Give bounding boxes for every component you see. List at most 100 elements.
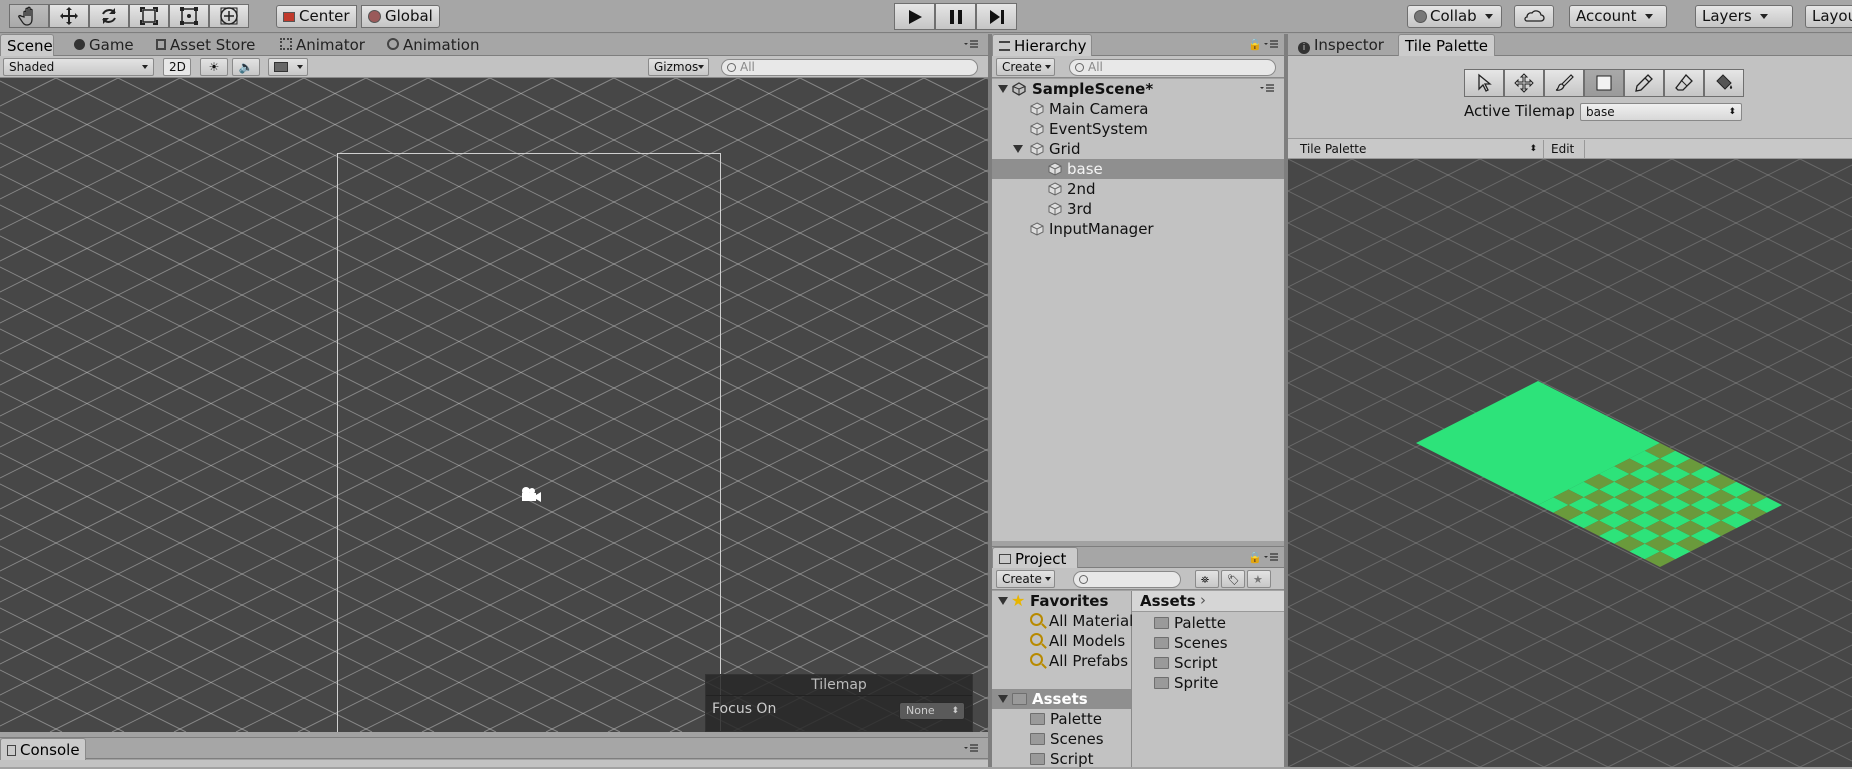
expand-arrow-icon[interactable] — [998, 695, 1008, 703]
box-fill-tool-button[interactable] — [1584, 69, 1624, 97]
select-tool-button[interactable] — [1464, 69, 1504, 97]
tree-row-2nd[interactable]: 2nd — [992, 179, 1284, 199]
layout-dropdown[interactable]: Layout — [1805, 5, 1852, 28]
tree-row-palette[interactable]: Palette — [992, 709, 1131, 729]
tree-row-grid[interactable]: Grid — [992, 139, 1284, 159]
hierarchy-create-dropdown[interactable]: Create — [996, 58, 1055, 76]
active-tilemap-dropdown[interactable]: base ⬍ — [1580, 103, 1742, 121]
content-folder-palette[interactable]: Palette — [1132, 613, 1284, 633]
panel-menu-icon[interactable] — [964, 744, 978, 754]
scene-menu-icon[interactable] — [1260, 84, 1274, 94]
chevron-updown-icon: ⬍ — [1529, 144, 1537, 154]
scene-search-input[interactable]: All — [721, 59, 978, 76]
palette-edit-button[interactable]: Edit — [1545, 140, 1585, 158]
collab-dropdown[interactable]: Collab — [1407, 5, 1502, 28]
breadcrumb: Assets › — [1132, 591, 1284, 612]
lock-icon[interactable]: 🔒 — [1248, 551, 1262, 564]
account-dropdown[interactable]: Account — [1569, 5, 1667, 28]
expand-arrow-icon[interactable] — [1013, 145, 1023, 153]
tab-project[interactable]: Project — [992, 547, 1078, 569]
panel-menu-icon[interactable] — [1264, 553, 1278, 563]
cloud-button[interactable] — [1514, 5, 1554, 28]
focus-on-value: None — [906, 704, 935, 717]
palette-dropdown[interactable]: Tile Palette ⬍ — [1292, 140, 1544, 158]
move-tool-button[interactable] — [1504, 69, 1544, 97]
project-search-input[interactable] — [1073, 571, 1181, 588]
gizmos-dropdown[interactable]: Gizmos — [648, 58, 709, 76]
tree-row-inputmanager[interactable]: InputManager — [992, 219, 1284, 239]
gameobject-cube-icon — [1030, 122, 1044, 136]
tab-console[interactable]: Console — [0, 738, 86, 760]
space-toggle-button[interactable]: Global — [361, 5, 440, 28]
2d-mode-toggle[interactable]: 2D — [163, 58, 191, 76]
folder-icon — [1030, 713, 1045, 725]
erase-tool-button[interactable] — [1664, 69, 1704, 97]
move-tool-button[interactable] — [49, 4, 89, 28]
rect-tool-button[interactable] — [169, 4, 209, 28]
tree-row-all-prefabs[interactable]: All Prefabs — [992, 651, 1131, 671]
flood-fill-tool-button[interactable] — [1704, 69, 1744, 97]
play-button[interactable] — [894, 3, 935, 30]
tree-row-script[interactable]: Script — [992, 749, 1131, 769]
search-icon — [1030, 633, 1043, 646]
tab-game[interactable]: Game — [68, 34, 140, 56]
filter-label-button[interactable]: 🏷 — [1221, 570, 1245, 588]
tree-row-base[interactable]: base — [992, 159, 1284, 179]
scene-viewport[interactable]: Tilemap Focus On None ⬍ — [0, 78, 988, 732]
paint-tool-button[interactable] — [1544, 69, 1584, 97]
hand-tool-button[interactable] — [9, 4, 49, 28]
tab-animator[interactable]: Animator — [274, 34, 371, 56]
tab-asset-store[interactable]: Asset Store — [150, 34, 261, 56]
panel-menu-icon[interactable] — [1264, 40, 1278, 50]
rotate-tool-button[interactable] — [89, 4, 129, 28]
eraser-icon — [1675, 74, 1693, 91]
audio-toggle[interactable]: 🔈 — [232, 58, 260, 76]
tab-scene[interactable]: Scene — [0, 34, 54, 56]
project-content: Assets › Palette Scenes Script Sprite — [1132, 591, 1284, 767]
tree-row-main-camera[interactable]: Main Camera — [992, 99, 1284, 119]
layers-dropdown[interactable]: Layers — [1695, 5, 1793, 28]
cursor-icon — [1478, 73, 1492, 92]
tree-row-3rd[interactable]: 3rd — [992, 199, 1284, 219]
pause-button[interactable] — [935, 3, 976, 30]
picker-tool-button[interactable] — [1624, 69, 1664, 97]
tree-row-all-models[interactable]: All Models — [992, 631, 1131, 651]
step-button[interactable] — [976, 3, 1017, 30]
chevron-down-icon — [1644, 14, 1653, 19]
transform-tool-button[interactable] — [209, 4, 249, 28]
lock-icon[interactable]: 🔒 — [1248, 38, 1262, 51]
sun-icon: ☀ — [208, 60, 220, 74]
tree-row-scenes[interactable]: Scenes — [992, 729, 1131, 749]
content-folder-script[interactable]: Script — [1132, 653, 1284, 673]
expand-arrow-icon[interactable] — [998, 597, 1008, 605]
tree-row-eventsystem[interactable]: EventSystem — [992, 119, 1284, 139]
palette-viewport[interactable] — [1288, 159, 1852, 767]
tree-row-all-materials[interactable]: All Materials — [992, 611, 1141, 631]
collab-label: Collab — [1430, 7, 1477, 25]
expand-arrow-icon[interactable] — [998, 85, 1008, 93]
folder-label: Sprite — [1174, 674, 1219, 692]
panel-menu-icon[interactable] — [964, 40, 978, 50]
tab-animation[interactable]: Animation — [381, 34, 485, 56]
tab-inspector[interactable]: i Inspector — [1292, 34, 1390, 56]
lighting-toggle[interactable]: ☀ — [200, 58, 228, 76]
shading-mode-dropdown[interactable]: Shaded — [3, 58, 154, 76]
tree-row-assets[interactable]: Assets — [992, 689, 1131, 709]
favorite-button[interactable]: ★ — [1247, 570, 1271, 588]
focus-on-dropdown[interactable]: None ⬍ — [899, 702, 965, 720]
breadcrumb-assets[interactable]: Assets — [1140, 592, 1196, 610]
effects-dropdown[interactable] — [268, 58, 308, 76]
tab-tile-palette[interactable]: Tile Palette — [1398, 34, 1495, 56]
project-create-dropdown[interactable]: Create — [996, 570, 1055, 588]
hierarchy-search-input[interactable]: All — [1069, 59, 1276, 76]
tree-row-scene[interactable]: SampleScene* — [992, 79, 1284, 99]
content-folder-scenes[interactable]: Scenes — [1132, 633, 1284, 653]
pivot-toggle-button[interactable]: Center — [276, 5, 357, 28]
gameobject-cube-icon — [1030, 222, 1044, 236]
tab-hierarchy[interactable]: Hierarchy — [992, 34, 1092, 56]
tree-row-favorites[interactable]: ★ Favorites — [992, 591, 1131, 611]
filter-type-button[interactable]: ⛯ — [1195, 570, 1219, 588]
camera-gizmo-icon[interactable] — [518, 485, 542, 503]
content-folder-sprite[interactable]: Sprite — [1132, 673, 1284, 693]
scale-tool-button[interactable] — [129, 4, 169, 28]
